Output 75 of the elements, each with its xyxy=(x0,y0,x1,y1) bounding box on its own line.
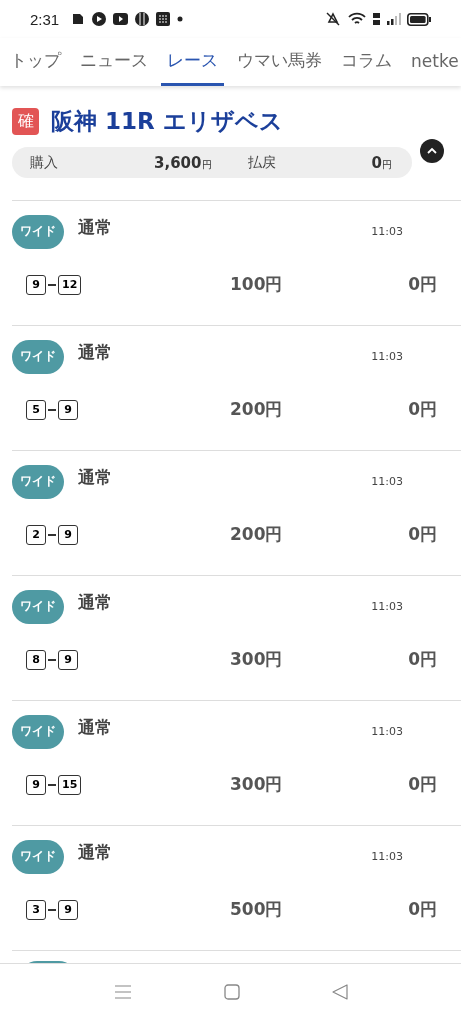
payout-amount: 0円 xyxy=(408,523,437,546)
battery-icon xyxy=(407,12,431,26)
bet-time: 11:03 xyxy=(371,725,403,738)
payout-amount: 0円 xyxy=(408,398,437,421)
horse-number: 9 xyxy=(58,649,78,670)
bet-type-badge: ワイド xyxy=(12,714,64,749)
bet-time: 11:03 xyxy=(371,225,403,238)
bet-method: 通常 xyxy=(78,841,112,864)
nav-tab[interactable]: コラム xyxy=(335,38,398,86)
bet-time: 11:03 xyxy=(371,475,403,488)
stake-amount: 300円 xyxy=(230,773,284,796)
horse-number: 15 xyxy=(58,774,82,795)
wifi-icon xyxy=(348,12,366,26)
chevron-up-icon xyxy=(426,147,438,155)
mute-icon xyxy=(324,12,342,26)
bet-method: 通常 xyxy=(78,716,112,739)
nav-tab[interactable]: ニュース xyxy=(74,38,154,86)
dash-mark xyxy=(48,533,56,536)
bet-type-badge: ワイド xyxy=(12,464,64,499)
horse-number: 9 xyxy=(58,399,78,420)
menu-icon[interactable] xyxy=(113,984,132,1000)
clock-time: 2:31 xyxy=(30,10,60,28)
bet-type-badge: ワイド xyxy=(12,214,64,249)
stake-amount: 200円 xyxy=(230,398,284,421)
race-title: 阪神 11R エリザベス xyxy=(51,107,283,136)
purchase-amount: 3,600円 xyxy=(154,153,212,172)
bet-type-badge: ワイド xyxy=(12,839,64,874)
horse-number: 5 xyxy=(26,399,46,420)
nav-tab[interactable]: トップ xyxy=(10,38,67,86)
dot-icon xyxy=(177,16,184,22)
dash-mark xyxy=(48,908,56,911)
nav-tab[interactable]: ウマい馬券 xyxy=(231,38,328,86)
payout-amount: 0円 xyxy=(408,898,437,921)
dash-mark xyxy=(48,658,56,661)
home-icon[interactable] xyxy=(223,984,240,1000)
horse-number: 8 xyxy=(26,649,46,670)
payout-amount: 0円 xyxy=(408,648,437,671)
horse-number: 12 xyxy=(58,274,82,295)
horse-number: 9 xyxy=(26,274,46,295)
bet-method: 通常 xyxy=(78,341,112,364)
purchase-label: 購入 xyxy=(30,153,58,172)
nav-tab[interactable]: netke xyxy=(405,38,461,86)
video-icon xyxy=(113,13,129,25)
bet-type-badge: ワイド xyxy=(12,589,64,624)
confirmed-badge: 確 xyxy=(12,108,39,135)
payout-amount: 0円 xyxy=(408,773,437,796)
payout-amount: 0円 xyxy=(371,153,392,172)
signal-icon xyxy=(387,13,401,25)
payout-label: 払戻 xyxy=(247,153,276,172)
dash-mark xyxy=(48,783,56,786)
bet-method: 通常 xyxy=(78,591,112,614)
stake-amount: 500円 xyxy=(230,898,284,921)
nav-tab[interactable]: レース xyxy=(161,38,224,86)
dash-mark xyxy=(48,283,56,286)
horse-number: 2 xyxy=(26,524,46,545)
bet-method: 通常 xyxy=(78,466,112,489)
horse-number: 9 xyxy=(58,899,78,920)
calculator-icon xyxy=(156,12,171,26)
play-icon xyxy=(92,12,107,26)
dash-mark xyxy=(48,408,56,411)
bet-time: 11:03 xyxy=(371,350,403,363)
bet-time: 11:03 xyxy=(371,600,403,613)
stake-amount: 200円 xyxy=(230,523,284,546)
collapse-button[interactable] xyxy=(420,139,444,163)
payout-amount: 0円 xyxy=(408,273,437,296)
bet-time: 11:03 xyxy=(371,850,403,863)
bet-type-badge: ワイド xyxy=(12,339,64,374)
horse-number: 3 xyxy=(26,899,46,920)
stake-amount: 300円 xyxy=(230,648,284,671)
ball-icon xyxy=(135,12,150,26)
bet-method: 通常 xyxy=(78,216,112,239)
horse-number: 9 xyxy=(58,524,78,545)
horse-number: 9 xyxy=(26,774,46,795)
back-icon[interactable] xyxy=(331,984,348,1000)
stake-amount: 100円 xyxy=(230,273,284,296)
